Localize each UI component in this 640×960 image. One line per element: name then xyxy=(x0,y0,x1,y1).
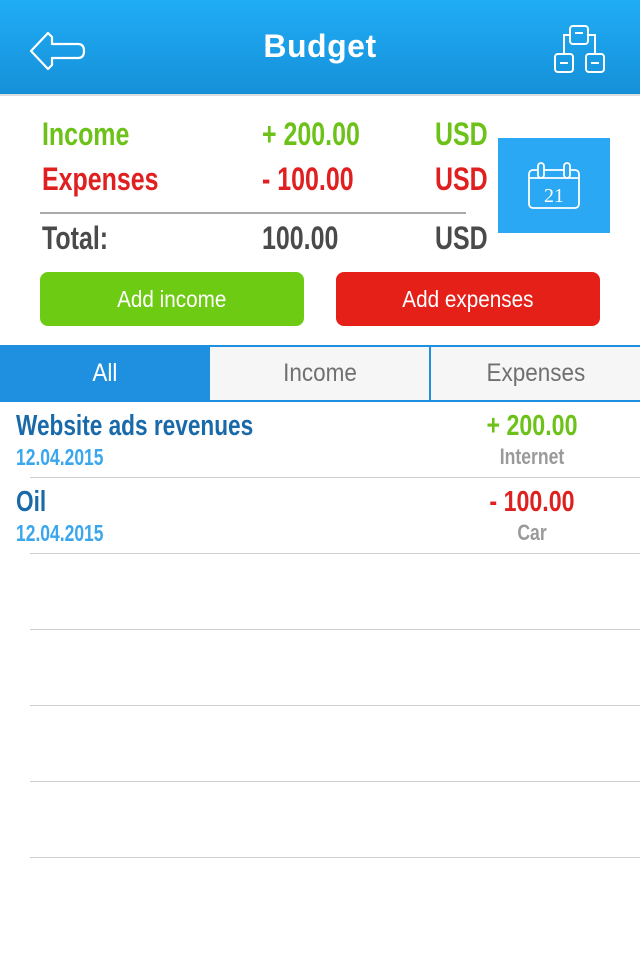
nav-bar: Budget xyxy=(0,0,640,96)
expenses-summary-row: Expenses - 100.00 USD xyxy=(42,161,492,201)
income-label: Income xyxy=(42,116,130,152)
total-label: Total: xyxy=(42,220,109,256)
tab-expenses[interactable]: Expenses xyxy=(431,347,640,400)
add-income-label: Add income xyxy=(117,286,227,312)
page-title: Budget xyxy=(263,28,377,64)
total-currency: USD xyxy=(435,220,488,256)
empty-row xyxy=(0,630,640,706)
tab-all[interactable]: All xyxy=(0,347,210,400)
categories-button[interactable] xyxy=(552,24,608,76)
calendar-icon: 21 xyxy=(528,162,580,209)
add-expenses-button[interactable]: Add expenses xyxy=(336,272,600,326)
total-divider xyxy=(40,212,466,214)
transaction-row[interactable]: Oil 12.04.2015 - 100.00 Car xyxy=(0,478,640,554)
empty-row xyxy=(0,554,640,630)
transaction-title: Oil xyxy=(16,486,47,518)
transaction-date: 12.04.2015 xyxy=(16,520,104,546)
total-amount: 100.00 xyxy=(262,220,339,256)
transaction-amount: - 100.00 xyxy=(489,486,575,518)
income-currency: USD xyxy=(435,116,488,152)
filter-tabs: All Income Expenses xyxy=(0,345,640,402)
calendar-button[interactable]: 21 xyxy=(498,138,610,233)
income-summary-row: Income + 200.00 USD xyxy=(42,116,492,156)
add-expenses-label: Add expenses xyxy=(402,286,534,312)
tab-income[interactable]: Income xyxy=(210,347,431,400)
add-income-button[interactable]: Add income xyxy=(40,272,304,326)
income-amount: + 200.00 xyxy=(262,116,360,152)
transaction-amount: + 200.00 xyxy=(486,410,578,442)
transaction-date: 12.04.2015 xyxy=(16,444,104,470)
empty-row xyxy=(0,782,640,858)
expenses-amount: - 100.00 xyxy=(262,161,354,197)
transaction-title: Website ads revenues xyxy=(16,410,254,442)
empty-row xyxy=(0,706,640,782)
transaction-row[interactable]: Website ads revenues 12.04.2015 + 200.00… xyxy=(0,402,640,478)
transaction-list: Website ads revenues 12.04.2015 + 200.00… xyxy=(0,402,640,858)
expenses-label: Expenses xyxy=(42,161,159,197)
total-summary-row: Total: 100.00 USD xyxy=(42,220,492,260)
transaction-category: Internet xyxy=(499,444,565,469)
transaction-category: Car xyxy=(517,520,547,545)
expenses-currency: USD xyxy=(435,161,488,197)
svg-text:21: 21 xyxy=(544,185,564,207)
hierarchy-icon xyxy=(554,25,605,73)
